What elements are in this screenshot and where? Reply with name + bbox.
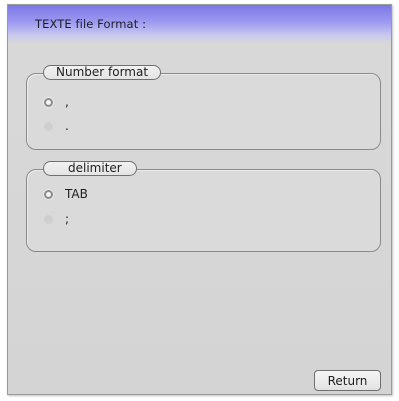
title-bar: TEXTE file Format :: [8, 5, 391, 43]
radio-selected-icon[interactable]: [44, 189, 53, 199]
number-format-legend: Number format: [43, 65, 162, 80]
number-format-option-label: .: [65, 119, 69, 133]
delimiter-group: delimiter TAB ;: [26, 161, 381, 252]
delimiter-option-tab[interactable]: TAB: [44, 186, 88, 202]
delimiter-option-label: TAB: [65, 187, 88, 201]
delimiter-option-label: ;: [65, 212, 70, 226]
delimiter-option-semicolon[interactable]: ;: [44, 211, 69, 227]
radio-unselected-icon[interactable]: [44, 214, 53, 224]
number-format-option-dot[interactable]: .: [44, 118, 69, 134]
return-button[interactable]: Return: [314, 370, 381, 391]
radio-unselected-icon[interactable]: [44, 121, 53, 131]
text-file-format-dialog: TEXTE file Format : Number format , . de…: [7, 4, 392, 395]
radio-selected-icon[interactable]: [44, 97, 53, 107]
dialog-title: TEXTE file Format :: [35, 17, 147, 31]
delimiter-legend: delimiter: [43, 161, 137, 176]
number-format-option-comma[interactable]: ,: [44, 94, 69, 110]
number-format-option-label: ,: [65, 95, 69, 109]
number-format-group: Number format , .: [26, 65, 381, 150]
